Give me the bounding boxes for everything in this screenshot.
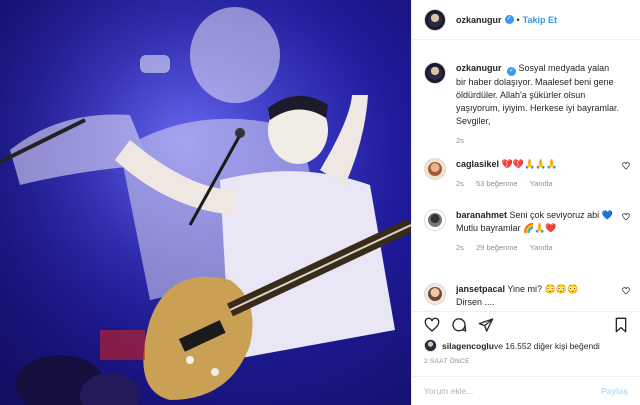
follow-button[interactable]: Takip Et	[523, 15, 557, 25]
comment-username[interactable]: jansetpacal	[456, 284, 505, 294]
heart-icon[interactable]	[622, 162, 630, 170]
comment-form: Yorum ekle... Paylaş	[412, 376, 640, 405]
comment-time[interactable]: 2s	[456, 179, 464, 188]
post-header: ozkanugur ✓ • Takip Et	[412, 0, 640, 40]
comment-username[interactable]: baranahmet	[456, 210, 507, 220]
verified-icon: ✓	[504, 15, 514, 24]
avatar[interactable]	[424, 209, 446, 231]
likes-summary: silagencoglu ve 16.552 diğer kişi beğend…	[424, 339, 600, 352]
likes-rest[interactable]: ve 16.552 diğer kişi beğendi	[494, 341, 600, 351]
post-photo[interactable]	[0, 0, 411, 405]
verified-icon: ✓	[507, 67, 517, 76]
comment-input[interactable]: Yorum ekle...	[424, 386, 473, 396]
instagram-post: ozkanugur ✓ • Takip Et ozkanugur ✓ Sosya…	[0, 0, 640, 405]
reply-button[interactable]: Yanıtla	[530, 179, 553, 188]
caption-username[interactable]: ozkanugur	[456, 63, 502, 73]
comment-time[interactable]: 2s	[456, 243, 464, 252]
avatar[interactable]	[424, 8, 446, 31]
action-bar	[412, 311, 640, 337]
caption: ozkanugur ✓ Sosyal medyada yalan bir hab…	[412, 62, 640, 147]
concert-photo-illustration	[0, 0, 411, 405]
header-separator: •	[516, 14, 520, 25]
list-item: baranahmet Seni çok seviyoruz abi 💙 Mutl…	[412, 209, 640, 254]
comment-extra: Dirsen ....	[456, 297, 495, 305]
post-comment-button[interactable]: Paylaş	[601, 386, 628, 396]
heart-icon[interactable]	[622, 287, 630, 295]
post-timestamp[interactable]: 2 SAAT ÖNCE	[424, 358, 470, 365]
heart-icon[interactable]	[424, 317, 440, 333]
comment-username[interactable]: caglasikel	[456, 159, 499, 169]
comments-list: ozkanugur ✓ Sosyal medyada yalan bir hab…	[412, 52, 640, 305]
caption-time[interactable]: 2s	[456, 136, 464, 145]
avatar[interactable]	[424, 62, 446, 84]
reply-button[interactable]: Yanıtla	[530, 243, 553, 252]
comment-text: Yine mi? 😳😳😳	[507, 284, 579, 294]
comment-icon[interactable]	[451, 317, 467, 333]
share-icon[interactable]	[478, 317, 494, 333]
avatar[interactable]	[424, 339, 437, 352]
list-item: caglasikel 💔💔🙏🙏🙏 2s 53 beğenme Yanıtla	[412, 158, 640, 190]
bookmark-icon[interactable]	[613, 317, 629, 333]
list-item: jansetpacal Yine mi? 😳😳😳 Dirsen ....	[412, 283, 640, 305]
comment-likes[interactable]: 53 beğenme	[476, 179, 518, 188]
comment-likes[interactable]: 29 beğenme	[476, 243, 518, 252]
heart-icon[interactable]	[622, 213, 630, 221]
comment-text: 💔💔🙏🙏🙏	[501, 159, 558, 169]
post-sidebar: ozkanugur ✓ • Takip Et ozkanugur ✓ Sosya…	[411, 0, 640, 405]
avatar[interactable]	[424, 283, 446, 305]
header-username[interactable]: ozkanugur	[456, 15, 502, 25]
likes-user[interactable]: silagencoglu	[442, 341, 494, 351]
avatar[interactable]	[424, 158, 446, 180]
